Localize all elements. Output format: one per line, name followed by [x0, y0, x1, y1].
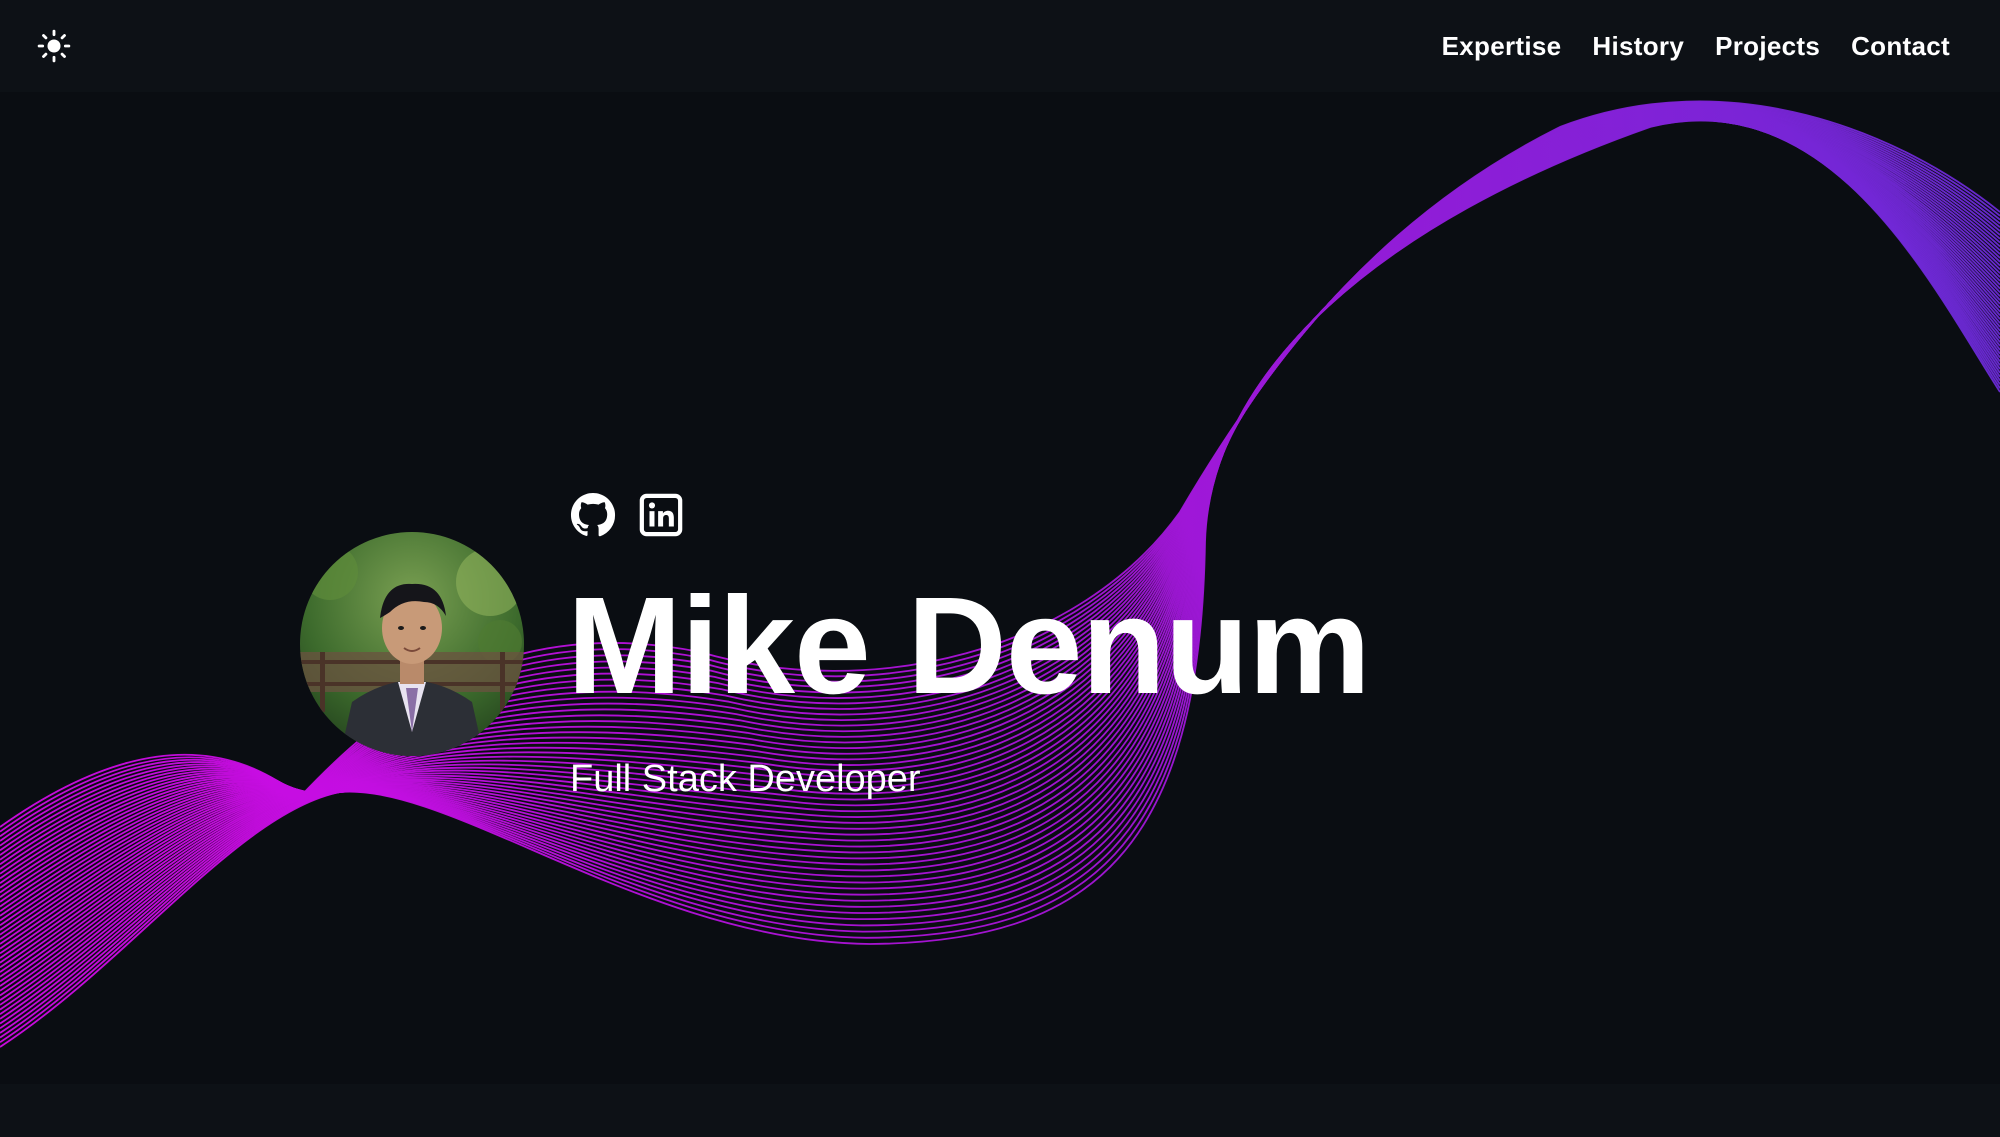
wave-line: [0, 118, 2000, 1015]
section-divider: [0, 1084, 2000, 1137]
github-icon: [570, 492, 616, 537]
wave-line: [0, 112, 2000, 931]
wave-line: [0, 113, 2000, 941]
wave-line: [0, 116, 2000, 983]
wave-line: [0, 107, 2000, 875]
wave-line: [0, 109, 2000, 894]
page: Mike Denum Full Stack Developer Expertis…: [0, 0, 2000, 1137]
profile-photo: [300, 532, 524, 756]
social-links: [570, 492, 684, 538]
hero-section: Mike Denum Full Stack Developer: [0, 92, 2000, 1084]
wave-line: [0, 115, 2000, 969]
wave-line: [0, 117, 2000, 1001]
wave-line: [0, 110, 2000, 908]
wave-line: [0, 107, 2000, 880]
theme-toggle-button[interactable]: [34, 26, 74, 66]
profile-avatar: [300, 532, 524, 756]
wave-line: [0, 108, 2000, 889]
wave-line: [0, 117, 2000, 1006]
linkedin-link[interactable]: [638, 492, 684, 538]
wave-line: [0, 106, 2000, 866]
hero-name: Mike Denum: [567, 569, 1371, 723]
github-link[interactable]: [570, 492, 616, 538]
wave-line: [0, 104, 2000, 852]
wave-line: [0, 110, 2000, 903]
wave-line: [0, 114, 2000, 955]
nav-link-history[interactable]: History: [1592, 31, 1684, 62]
wave-line: [0, 118, 2000, 1011]
nav-link-contact[interactable]: Contact: [1851, 31, 1950, 62]
wave-line: [0, 115, 2000, 964]
nav-link-projects[interactable]: Projects: [1715, 31, 1820, 62]
wave-line: [0, 115, 2000, 959]
hero-role: Full Stack Developer: [570, 758, 921, 800]
wave-line: [0, 116, 2000, 978]
top-navbar: Expertise History Projects Contact: [0, 0, 2000, 92]
nav-links: Expertise History Projects Contact: [1442, 26, 1950, 66]
wave-line: [0, 105, 2000, 861]
wave-line: [0, 114, 2000, 945]
sun-icon: [37, 29, 71, 63]
wave-line: [0, 103, 2000, 847]
nav-link-expertise[interactable]: Expertise: [1442, 31, 1562, 62]
wave-line: [0, 102, 2000, 838]
wave-line: [0, 116, 2000, 992]
linkedin-icon: [639, 493, 683, 537]
